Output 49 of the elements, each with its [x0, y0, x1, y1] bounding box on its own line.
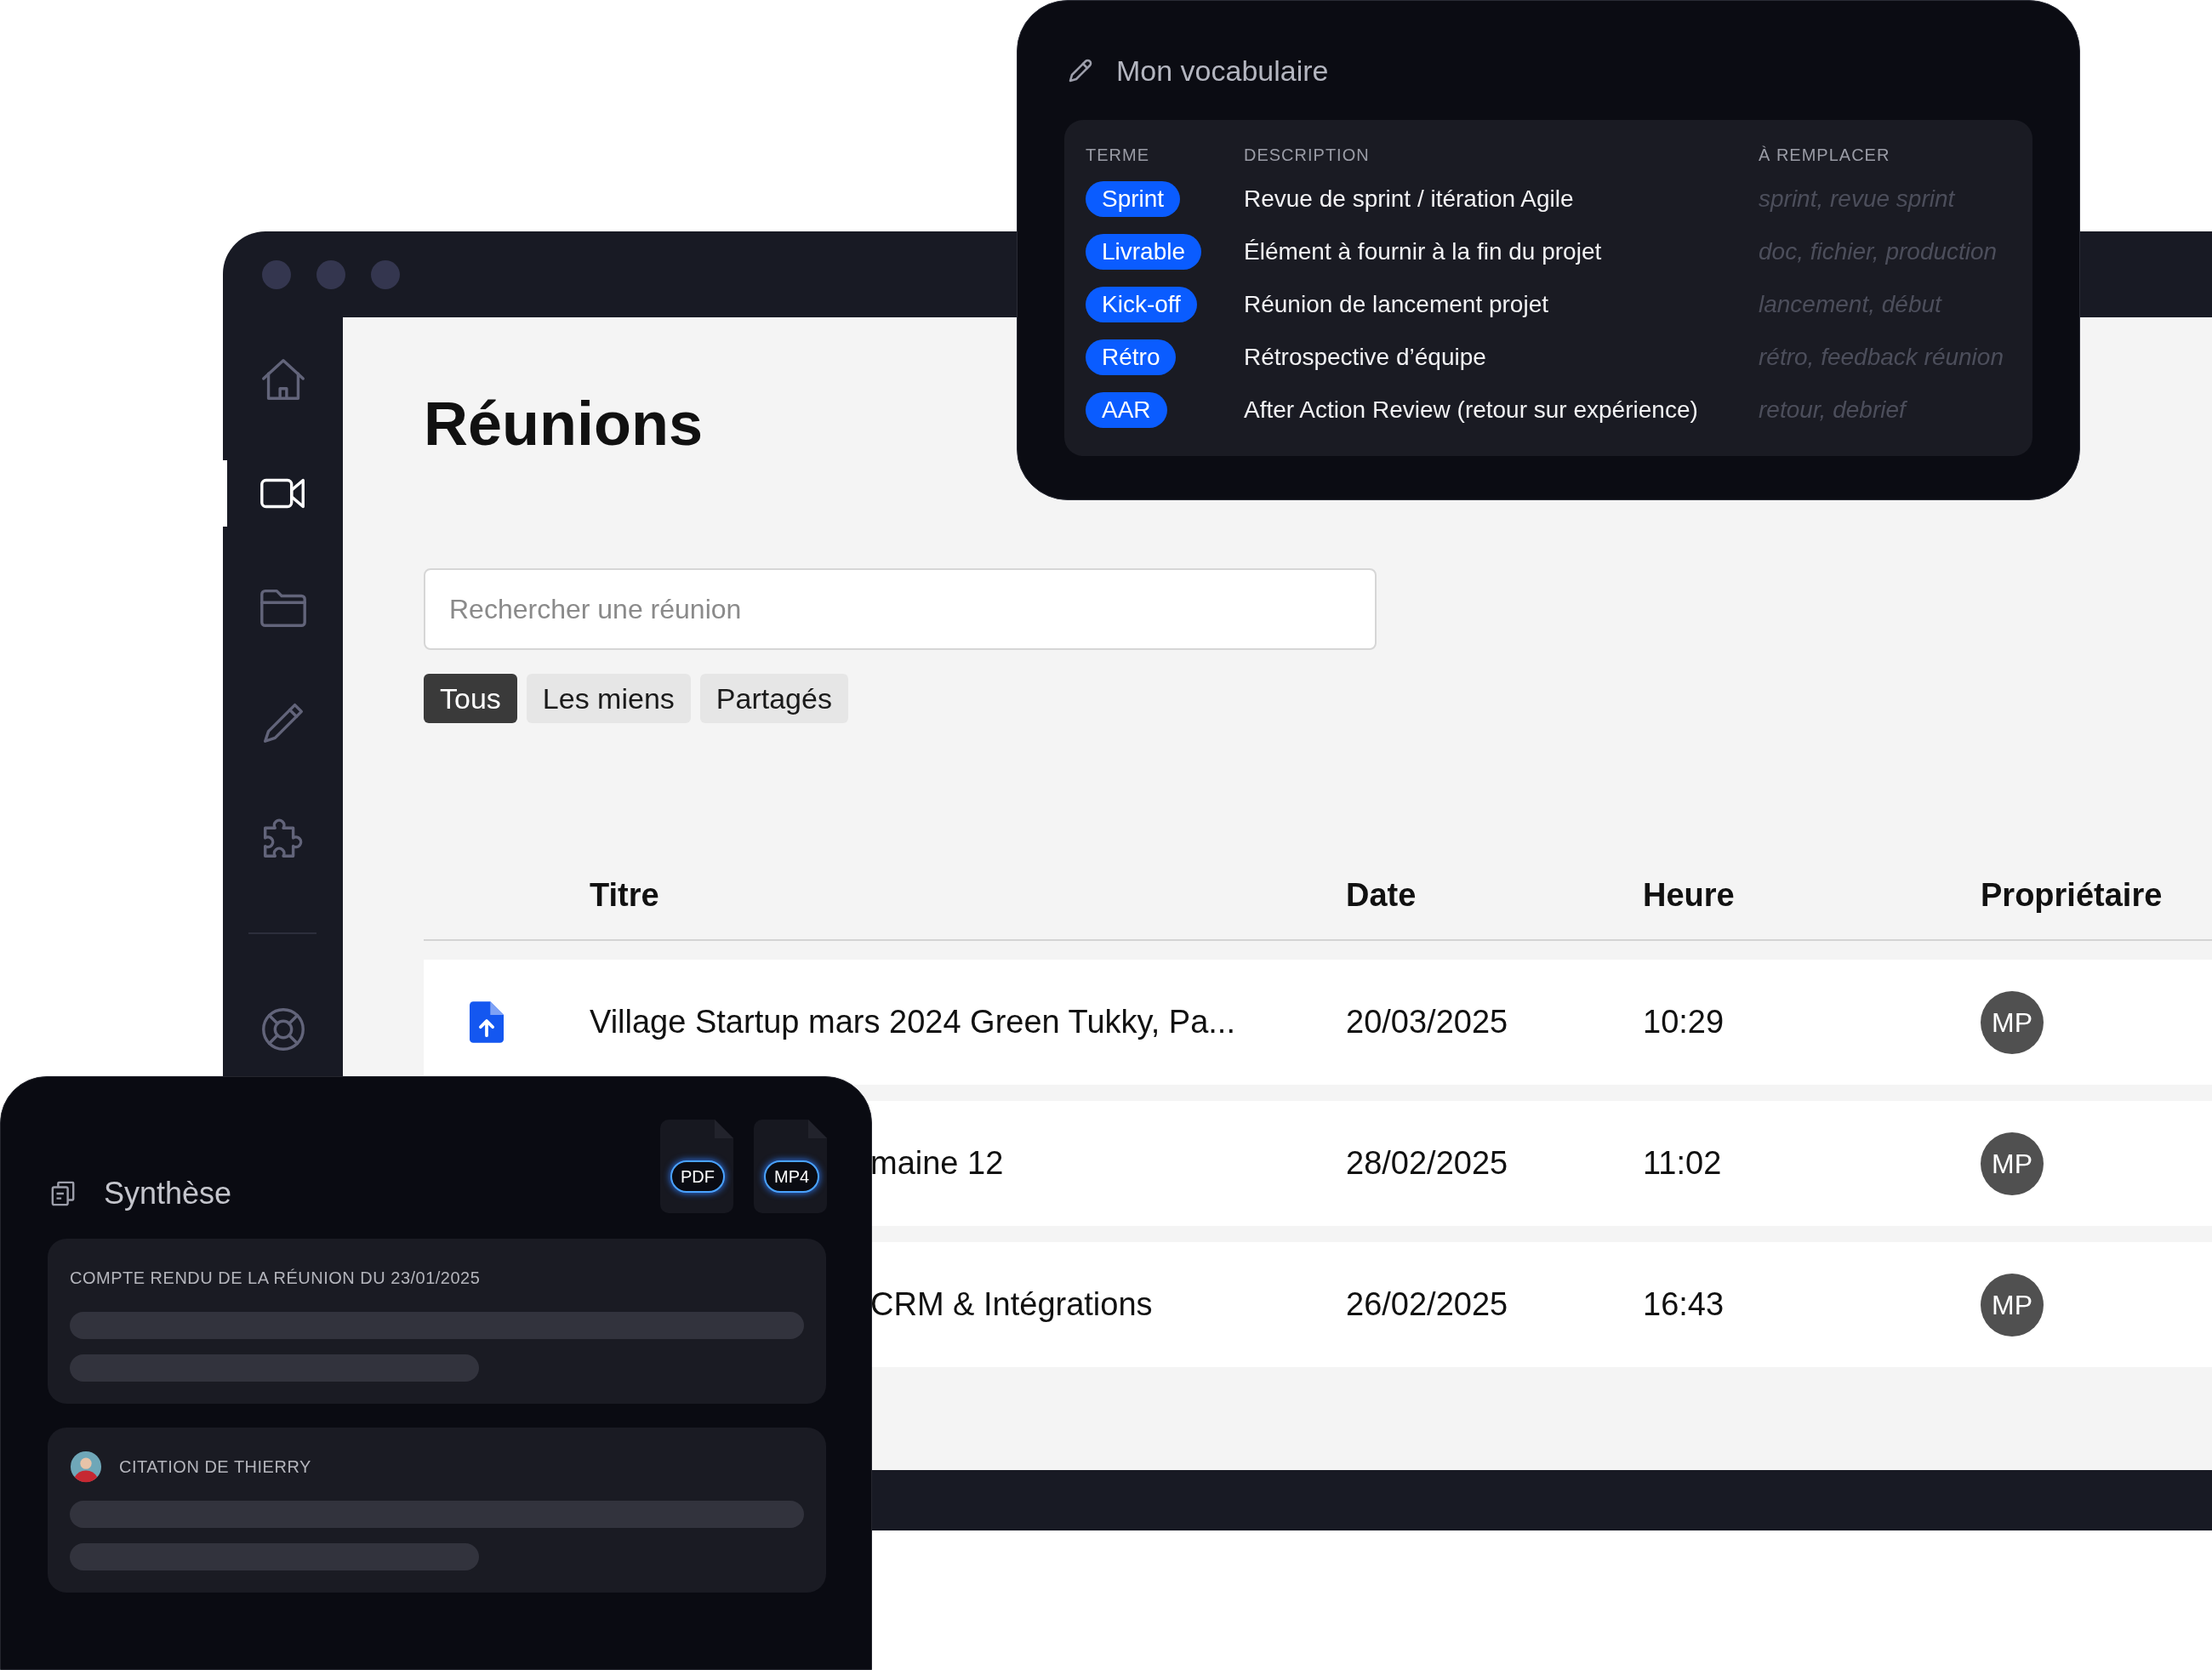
owner-avatar: MP [1981, 1273, 2044, 1337]
replacement-words: doc, fichier, production [1759, 237, 1998, 266]
file-type-badge: PDF [670, 1160, 725, 1193]
term-tag: Kick-off [1086, 287, 1197, 322]
term-description: Rétrospective d’équipe [1244, 343, 1486, 372]
page-title: Réunions [424, 389, 703, 459]
pencil-icon [1067, 57, 1094, 84]
owner-avatar: MP [1981, 990, 2044, 1054]
meeting-title: CRM & Intégrations [870, 1285, 1153, 1324]
filter-tab[interactable]: Partagés [699, 674, 848, 723]
search-field[interactable]: Rechercher une réunion [424, 568, 1377, 650]
owner-avatar: MP [1981, 1131, 2044, 1195]
avatar-icon [70, 1451, 102, 1483]
term-tag: AAR [1086, 392, 1167, 428]
replacement-words: retour, debrief [1759, 396, 1906, 425]
meeting-date: 28/02/2025 [1346, 1144, 1508, 1183]
meeting-title: maine 12 [870, 1144, 1004, 1183]
term-tag: Rétro [1086, 339, 1177, 375]
panel-title: Synthèse [104, 1175, 232, 1212]
term-tag: Sprint [1086, 181, 1181, 217]
meeting-time: 16:43 [1643, 1285, 1725, 1324]
card-heading: CITATION DE THIERRY [119, 1456, 311, 1478]
replacement-words: sprint, revue sprint [1759, 185, 1955, 214]
meeting-date: 26/02/2025 [1346, 1285, 1508, 1324]
filter-tab[interactable]: Tous [424, 674, 517, 723]
replacement-words: rétro, feedback réunion [1759, 343, 2004, 372]
meeting-time: 10:29 [1643, 1003, 1725, 1041]
filter-tab[interactable]: Les miens [526, 674, 691, 723]
card-heading: COMPTE RENDU DE LA RÉUNION DU 23/01/2025 [70, 1268, 481, 1289]
file-upload-icon [470, 1001, 504, 1043]
replacement-words: lancement, début [1759, 290, 1941, 319]
term-tag: Livrable [1086, 234, 1202, 270]
panel-title: Mon vocabulaire [1116, 53, 1329, 88]
meeting-time: 11:02 [1643, 1144, 1722, 1183]
meeting-title: Village Startup mars 2024 Green Tukky, Pa... [590, 1003, 1235, 1041]
column-header[interactable]: Propriétaire [1981, 870, 2163, 920]
term-description: Élément à fournir à la fin du projet [1244, 237, 1602, 266]
term-description: Réunion de lancement projet [1244, 290, 1548, 319]
column-header: À REMPLACER [1759, 145, 1890, 166]
column-header[interactable]: Date [1346, 870, 1417, 920]
term-description: Revue de sprint / itération Agile [1244, 185, 1574, 214]
column-header[interactable]: Heure [1643, 870, 1735, 920]
column-header[interactable]: Titre [590, 870, 659, 920]
meeting-date: 20/03/2025 [1346, 1003, 1508, 1041]
documents-icon [50, 1180, 76, 1207]
table-row[interactable]: Village Startup mars 2024 Green Tukky, Pa... 20/03/2025 10:29 MP [424, 960, 2212, 1085]
term-description: After Action Review (retour sur expérience) [1244, 396, 1698, 425]
column-header: DESCRIPTION [1244, 145, 1370, 166]
column-header: TERME [1086, 145, 1149, 166]
